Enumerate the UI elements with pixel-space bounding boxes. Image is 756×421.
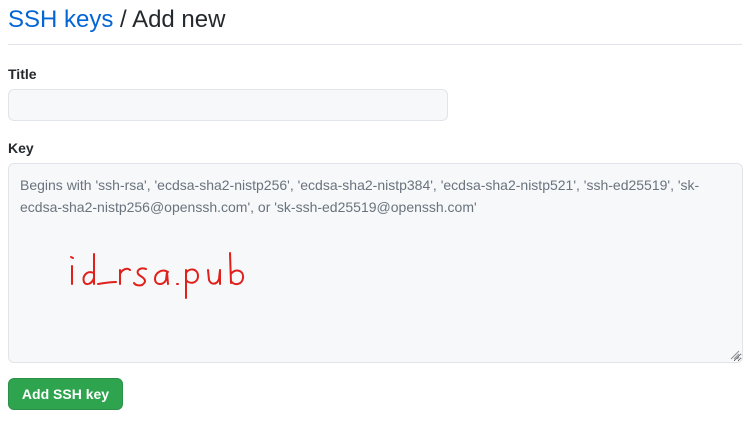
breadcrumb-ssh-keys-link[interactable]: SSH keys [8,6,113,33]
add-ssh-key-button[interactable]: Add SSH key [8,378,123,410]
page-title: SSH keys / Add new [8,2,742,38]
handwritten-annotation [70,252,245,299]
key-label: Key [8,140,34,156]
breadcrumb-separator: / [120,6,127,33]
add-ssh-key-page: SSH keys / Add new Title Key Begins with… [0,0,756,421]
resize-grip-icon[interactable] [730,350,740,360]
page-header: SSH keys / Add new [8,2,742,45]
title-label: Title [8,66,37,82]
breadcrumb-current: Add new [132,6,226,33]
title-input[interactable] [8,89,448,121]
